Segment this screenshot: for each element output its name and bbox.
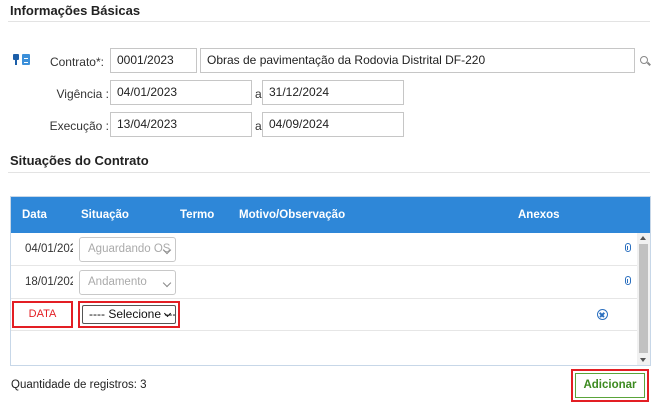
new-situation-select[interactable]: ---- Selecione ---- [78,301,180,328]
new-date-field[interactable]: DATA [12,301,73,328]
vigencia-start-field[interactable]: 04/01/2023 [110,80,252,105]
vigencia-label: Vigência : [56,87,109,101]
situations-table: Data Situação Termo Motivo/Observação An… [10,196,651,366]
scrollbar[interactable] [637,233,650,365]
contract-label: Contrato*: [49,55,104,69]
add-button-highlight: Adicionar [571,369,649,402]
basic-info-title: Informações Básicas [10,3,141,18]
execucao-end-field[interactable]: 04/09/2024 [262,112,404,137]
situation-select[interactable]: Andamento [79,270,176,295]
range-separator: a [255,119,262,133]
divider [8,21,650,22]
form-icon[interactable] [22,54,30,65]
column-header-data[interactable]: Data [22,209,47,221]
pin-icon[interactable] [12,54,20,65]
table-header: Data Situação Termo Motivo/Observação An… [11,197,650,233]
add-button[interactable]: Adicionar [575,373,645,398]
table-row: 04/01/2023 Aguardando OS [11,233,637,266]
divider [8,172,650,173]
remove-icon[interactable] [597,309,608,320]
scroll-up-icon[interactable] [640,236,646,240]
column-header-termo[interactable]: Termo [180,209,214,221]
range-separator: a [255,87,262,101]
contract-tools [12,54,30,65]
execucao-label: Execução : [49,119,109,133]
table-row: 18/01/2023 Andamento [11,266,637,299]
record-count: Quantidade de registros: 3 [11,379,147,391]
column-header-situacao[interactable]: Situação [81,209,129,221]
row-date: 18/01/2023 [25,276,73,288]
row-date: 04/01/2023 [25,243,73,255]
scroll-down-icon[interactable] [640,358,646,362]
chevron-down-icon [162,278,172,288]
attachment-icon[interactable] [625,276,631,285]
search-icon[interactable] [640,56,648,64]
contract-number-field[interactable]: 0001/2023 [110,48,197,73]
contract-description-field[interactable]: Obras de pavimentação da Rodovia Distrit… [200,48,635,73]
scroll-thumb[interactable] [639,244,648,353]
column-header-anexos[interactable]: Anexos [518,209,560,221]
situations-title: Situações do Contrato [10,153,149,168]
column-header-motivo[interactable]: Motivo/Observação [239,209,345,221]
situation-select[interactable]: Aguardando OS [79,237,176,262]
attachment-icon[interactable] [625,243,631,252]
vigencia-end-field[interactable]: 31/12/2024 [262,80,404,105]
execucao-start-field[interactable]: 13/04/2023 [110,112,252,137]
